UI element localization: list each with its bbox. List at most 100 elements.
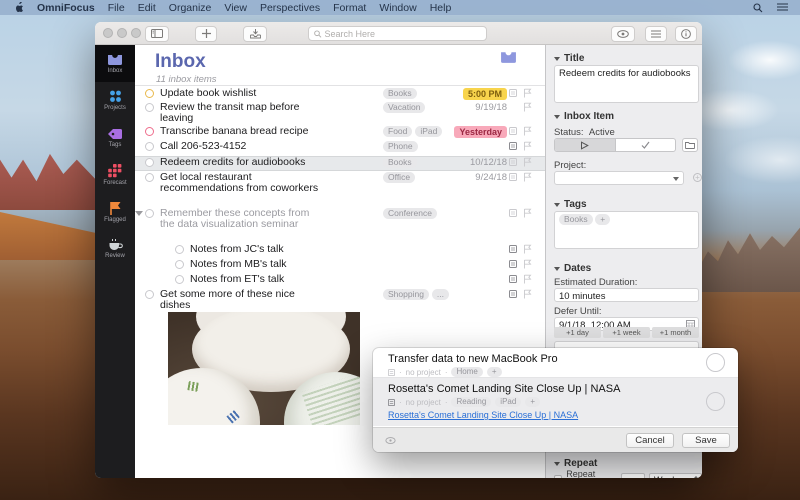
menu-item-format[interactable]: Format	[333, 2, 366, 14]
menu-item-window[interactable]: Window	[379, 2, 416, 14]
task-title[interactable]: Remember these concepts from the data vi…	[160, 208, 325, 229]
add-tag-pill[interactable]: +	[525, 397, 540, 407]
task-title[interactable]: Get local restaurant recommendations fro…	[160, 172, 325, 193]
task-status-circle[interactable]	[145, 142, 154, 151]
quick-entry-title[interactable]: Rosetta's Comet Landing Site Close Up | …	[388, 383, 694, 395]
project-placeholder[interactable]: no project	[406, 398, 441, 407]
status-segmented-control[interactable]	[554, 138, 676, 152]
quick-entry-row[interactable]: Transfer data to new MacBook Pro no proj…	[373, 348, 738, 377]
tag-pill[interactable]: Home	[451, 367, 482, 377]
dates-section-header[interactable]: Dates	[554, 263, 591, 274]
tag-pill[interactable]: Vacation	[383, 102, 425, 113]
task-title[interactable]: Notes from JC's talk	[190, 244, 355, 255]
sidebar-toggle-button[interactable]	[145, 26, 169, 42]
repeat-count-input[interactable]	[621, 473, 645, 479]
tag-pill[interactable]: Books	[383, 157, 417, 168]
tag-pill[interactable]: Shopping	[383, 289, 429, 300]
project-dropdown[interactable]	[554, 171, 684, 185]
task-title[interactable]: Notes from MB's talk	[190, 259, 355, 270]
quick-entry-title[interactable]: Transfer data to new MacBook Pro	[388, 353, 694, 365]
more-tags-pill[interactable]: ...	[432, 289, 449, 300]
task-title[interactable]: Review the transit map before leaving	[160, 102, 325, 123]
task-status-circle[interactable]	[145, 103, 154, 112]
task-status-circle[interactable]	[175, 260, 184, 269]
add-item-button[interactable]	[195, 26, 217, 42]
task-group-row[interactable]: Remember these concepts from the data vi…	[135, 208, 545, 243]
task-row[interactable]: Transcribe banana bread recipe FoodiPad …	[135, 126, 545, 141]
note-icon[interactable]	[509, 209, 517, 217]
task-title[interactable]: Notes from ET's talk	[190, 274, 355, 285]
repeat-checkbox[interactable]	[554, 475, 562, 479]
project-placeholder[interactable]: no project	[406, 368, 441, 377]
task-status-circle[interactable]	[145, 127, 154, 136]
defer-plus-day-button[interactable]: +1 day	[554, 327, 601, 338]
inspector-toggle-button[interactable]	[675, 26, 697, 42]
task-row[interactable]: Call 206-523-4152 Phone	[135, 141, 545, 156]
menu-item-perspectives[interactable]: Perspectives	[260, 2, 320, 14]
flag-icon[interactable]	[523, 102, 532, 112]
flag-icon[interactable]	[523, 157, 532, 167]
task-status-circle[interactable]	[175, 275, 184, 284]
task-status-circle[interactable]	[145, 89, 154, 98]
flag-icon[interactable]	[523, 259, 532, 269]
cancel-button[interactable]: Cancel	[626, 433, 674, 448]
flag-icon[interactable]	[523, 208, 532, 218]
sidebar-item-flagged[interactable]: Flagged	[95, 193, 135, 230]
task-status-circle[interactable]	[145, 209, 154, 218]
tag-pill[interactable]: Books	[383, 88, 417, 99]
note-icon[interactable]	[509, 290, 517, 298]
duration-field[interactable]: 10 minutes	[554, 288, 699, 302]
close-button[interactable]	[103, 28, 113, 38]
status-active-segment[interactable]	[555, 139, 616, 151]
task-title[interactable]: Transcribe banana bread recipe	[160, 126, 325, 137]
task-title[interactable]: Redeem credits for audiobooks	[160, 157, 325, 168]
flag-icon[interactable]	[523, 244, 532, 254]
tag-pill[interactable]: Office	[383, 172, 415, 183]
flag-icon[interactable]	[523, 141, 532, 151]
task-row[interactable]: Get local restaurant recommendations fro…	[135, 172, 545, 207]
zoom-button[interactable]	[131, 28, 141, 38]
task-row-child[interactable]: Notes from ET's talk	[135, 274, 545, 289]
task-row-child[interactable]: Notes from MB's talk	[135, 259, 545, 274]
search-field[interactable]	[308, 26, 487, 41]
sidebar-item-review[interactable]: Review	[95, 230, 135, 267]
tag-pill[interactable]: Food	[383, 126, 412, 137]
eye-icon[interactable]	[385, 437, 396, 444]
task-status-circle[interactable]	[175, 245, 184, 254]
repeat-unit-select[interactable]: Weeks	[649, 473, 702, 479]
spotlight-icon[interactable]	[753, 3, 763, 13]
title-field[interactable]: Redeem credits for audiobooks	[554, 65, 699, 103]
tag-pill[interactable]: Reading	[451, 397, 491, 407]
add-tag-pill[interactable]: +	[595, 214, 610, 225]
save-button[interactable]: Save	[682, 433, 730, 448]
defer-plus-month-button[interactable]: +1 month	[652, 327, 699, 338]
title-section-header[interactable]: Title	[554, 53, 584, 64]
tag-pill[interactable]: Phone	[383, 141, 418, 152]
menu-item-edit[interactable]: Edit	[138, 2, 156, 14]
flag-icon[interactable]	[523, 172, 532, 182]
menu-item-file[interactable]: File	[108, 2, 125, 14]
task-title[interactable]: Get some more of these nice dishes	[160, 289, 325, 310]
task-row-child[interactable]: Notes from JC's talk	[135, 244, 545, 259]
clean-up-button[interactable]	[243, 26, 267, 42]
task-title[interactable]: Call 206-523-4152	[160, 141, 325, 152]
note-icon[interactable]	[509, 127, 517, 135]
repeat-section-header[interactable]: Repeat	[554, 458, 597, 469]
search-input[interactable]	[325, 29, 482, 39]
minimize-button[interactable]	[117, 28, 127, 38]
attachment-link[interactable]: Rosetta's Comet Landing Site Close Up | …	[388, 410, 694, 420]
task-row[interactable]: Update book wishlist Books 5:00 PM	[135, 88, 545, 102]
project-action-icon[interactable]: +	[693, 173, 702, 182]
add-tag-pill[interactable]: +	[487, 367, 502, 377]
menu-item-help[interactable]: Help	[430, 2, 452, 14]
sidebar-item-projects[interactable]: Projects	[95, 82, 135, 119]
defer-plus-week-button[interactable]: +1 week	[603, 327, 650, 338]
task-status-circle[interactable]	[145, 158, 154, 167]
task-row[interactable]: Get some more of these nice dishes Shopp…	[135, 289, 545, 312]
tag-pill[interactable]: Conference	[383, 208, 437, 219]
status-completed-segment[interactable]	[616, 139, 676, 151]
note-icon[interactable]	[509, 142, 517, 150]
notification-center-icon[interactable]	[777, 3, 788, 12]
task-status-circle[interactable]	[706, 353, 725, 372]
tags-field[interactable]: Books +	[554, 211, 699, 249]
